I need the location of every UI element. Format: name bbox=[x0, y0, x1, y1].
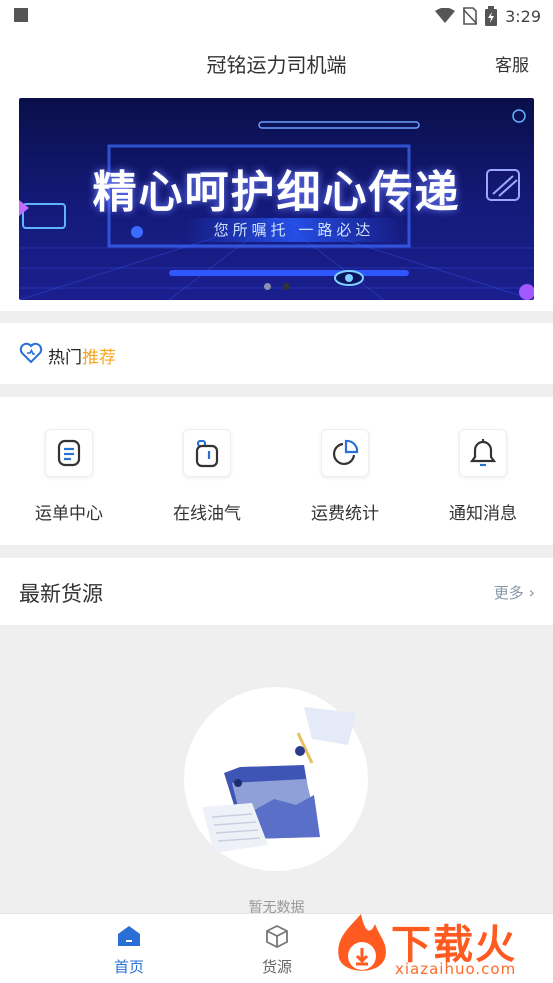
tab-label: 货源 bbox=[261, 958, 292, 976]
grid-item-freight-stats[interactable]: 运费统计 bbox=[276, 429, 414, 524]
hot-recommend-label: 热门推荐 bbox=[48, 343, 116, 368]
tab-home[interactable]: 首页 bbox=[79, 924, 179, 977]
banner-title: 精心呵护细心传递 bbox=[92, 167, 461, 218]
document-list-icon bbox=[45, 429, 93, 477]
carousel-dot-active[interactable] bbox=[282, 283, 290, 290]
banner-section: 精心呵护细心传递 您所嘱托 一路必达 bbox=[0, 92, 553, 311]
notification-icon bbox=[14, 8, 28, 22]
more-button[interactable]: 更多 › bbox=[494, 582, 535, 603]
empty-folder-icon bbox=[202, 707, 356, 853]
fuel-icon bbox=[183, 429, 231, 477]
status-bar: 3:29 bbox=[0, 0, 553, 32]
grid-label: 运单中心 bbox=[35, 504, 103, 524]
empty-state: 暂无数据 bbox=[0, 625, 553, 916]
bell-icon bbox=[459, 429, 507, 477]
box-icon bbox=[266, 924, 288, 949]
latest-cargo-header: 最新货源 更多 › bbox=[0, 558, 553, 625]
grid-label: 在线油气 bbox=[173, 504, 241, 524]
grid-item-online-fuel[interactable]: 在线油气 bbox=[138, 429, 276, 524]
banner-subtitle: 您所嘱托 一路必达 bbox=[184, 218, 404, 242]
more-label: 更多 bbox=[493, 584, 524, 602]
carousel-dot[interactable] bbox=[263, 283, 271, 290]
section-title: 最新货源 bbox=[19, 582, 103, 606]
pie-chart-icon bbox=[321, 429, 369, 477]
function-grid: 运单中心 在线油气 运费统计 通知消息 bbox=[0, 397, 553, 545]
banner-carousel[interactable]: 精心呵护细心传递 您所嘱托 一路必达 bbox=[19, 98, 534, 300]
watermark-logo: 下载火 xiazaihuo.com bbox=[329, 910, 549, 982]
app-header: 冠铭运力司机端 客服 bbox=[0, 32, 553, 92]
grid-label: 通知消息 bbox=[449, 504, 517, 524]
page-title: 冠铭运力司机端 bbox=[206, 53, 347, 77]
chevron-right-icon: › bbox=[528, 583, 535, 602]
status-time: 3:29 bbox=[505, 6, 541, 26]
wifi-icon bbox=[435, 8, 456, 23]
no-sim-icon bbox=[463, 7, 478, 25]
battery-icon bbox=[485, 6, 498, 26]
heart-icon bbox=[19, 342, 43, 364]
grid-item-waybill-center[interactable]: 运单中心 bbox=[0, 429, 138, 524]
customer-service-button[interactable]: 客服 bbox=[495, 51, 529, 76]
recommend-label: 推荐 bbox=[82, 348, 116, 368]
home-icon bbox=[118, 926, 140, 946]
status-icons: 3:29 bbox=[435, 6, 541, 26]
hot-label: 热门 bbox=[48, 348, 82, 368]
grid-item-notifications[interactable]: 通知消息 bbox=[414, 429, 552, 524]
flame-logo-icon bbox=[338, 914, 386, 971]
tab-cargo-source[interactable]: 货源 bbox=[227, 924, 327, 977]
grid-label: 运费统计 bbox=[311, 504, 379, 524]
hot-recommend-bar: 热门推荐 bbox=[0, 323, 553, 384]
carousel-indicator bbox=[19, 283, 534, 290]
empty-illustration bbox=[184, 687, 368, 871]
watermark-url: xiazaihuo.com bbox=[395, 960, 517, 978]
tab-label: 首页 bbox=[113, 958, 144, 976]
